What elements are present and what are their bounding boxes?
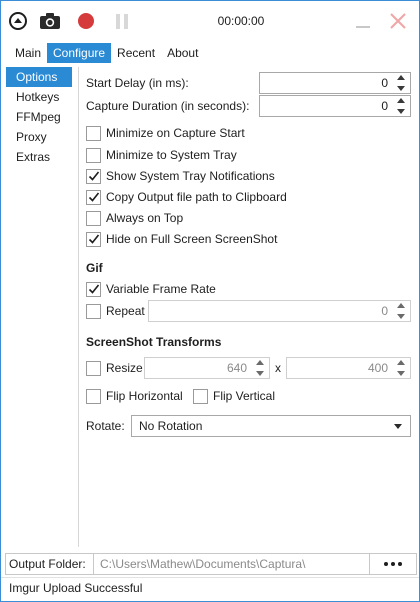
collapse-up-icon[interactable] bbox=[9, 12, 27, 30]
capture-duration-label: Capture Duration (in seconds): bbox=[86, 99, 250, 113]
start-delay-label: Start Delay (in ms): bbox=[86, 76, 189, 90]
output-folder-label: Output Folder: bbox=[6, 554, 94, 574]
checkbox-label: Repeat bbox=[106, 304, 145, 318]
checkbox-label: Minimize on Capture Start bbox=[106, 126, 245, 140]
sidebar-item-options[interactable]: Options bbox=[6, 67, 72, 87]
decrement-icon[interactable] bbox=[397, 371, 405, 376]
output-folder-row: Output Folder: C:\Users\Mathew\Documents… bbox=[5, 553, 417, 575]
checkbox-label: Resize bbox=[106, 361, 143, 375]
resize-width-stepper[interactable]: 640 bbox=[144, 357, 270, 379]
checkbox-label: Flip Vertical bbox=[213, 389, 276, 403]
checkmark-icon bbox=[88, 234, 100, 244]
sidebar-item-proxy[interactable]: Proxy bbox=[6, 127, 72, 147]
sidebar-divider bbox=[78, 67, 79, 547]
checkbox-box[interactable] bbox=[86, 360, 101, 376]
record-dot bbox=[78, 13, 94, 29]
start-delay-stepper[interactable]: 0 bbox=[259, 72, 411, 94]
gif-section-title: Gif bbox=[86, 261, 103, 275]
checkbox-label: Hide on Full Screen ScreenShot bbox=[106, 232, 278, 246]
resize-width-value[interactable]: 640 bbox=[227, 361, 247, 375]
checkbox-box[interactable] bbox=[86, 231, 101, 247]
checkbox-label: Show System Tray Notifications bbox=[106, 169, 275, 183]
increment-icon[interactable] bbox=[256, 360, 264, 365]
resize-checkbox[interactable]: Resize bbox=[86, 359, 143, 377]
checkbox-box[interactable] bbox=[86, 210, 101, 226]
checkbox-box[interactable] bbox=[86, 125, 101, 141]
checkbox-box[interactable] bbox=[86, 388, 101, 404]
minimize-on-capture-checkbox[interactable]: Minimize on Capture Start bbox=[86, 124, 245, 142]
status-divider bbox=[1, 577, 419, 578]
elapsed-timer: 00:00:00 bbox=[217, 14, 265, 28]
sidebar-item-extras[interactable]: Extras bbox=[6, 147, 72, 167]
capture-duration-stepper[interactable]: 0 bbox=[259, 95, 411, 117]
transforms-section-title: ScreenShot Transforms bbox=[86, 335, 222, 349]
checkbox-label: Flip Horizontal bbox=[106, 389, 183, 403]
increment-icon[interactable] bbox=[397, 360, 405, 365]
toolbar: 00:00:00 bbox=[1, 1, 419, 41]
decrement-icon[interactable] bbox=[397, 109, 405, 114]
pause-icon[interactable] bbox=[113, 12, 131, 30]
checkbox-box[interactable] bbox=[86, 281, 101, 297]
tab-recent[interactable]: Recent bbox=[111, 43, 161, 63]
checkbox-box[interactable] bbox=[86, 303, 101, 319]
start-delay-value[interactable]: 0 bbox=[381, 76, 388, 90]
decrement-icon[interactable] bbox=[397, 86, 405, 91]
app-window: 00:00:00 Main Configure Recent About Opt… bbox=[0, 0, 420, 602]
sidebar-item-ffmpeg[interactable]: FFMpeg bbox=[6, 107, 72, 127]
close-icon[interactable] bbox=[389, 12, 407, 30]
increment-icon[interactable] bbox=[397, 75, 405, 80]
checkbox-label: Variable Frame Rate bbox=[106, 282, 216, 296]
repeat-stepper[interactable]: 0 bbox=[148, 300, 411, 322]
status-text: Imgur Upload Successful bbox=[9, 581, 143, 595]
camera-icon[interactable] bbox=[39, 12, 61, 30]
capture-duration-value[interactable]: 0 bbox=[381, 99, 388, 113]
checkbox-box[interactable] bbox=[193, 388, 208, 404]
hide-on-fullscreen-checkbox[interactable]: Hide on Full Screen ScreenShot bbox=[86, 230, 277, 248]
flip-horizontal-checkbox[interactable]: Flip Horizontal bbox=[86, 387, 183, 405]
tab-configure[interactable]: Configure bbox=[47, 43, 112, 63]
checkmark-icon bbox=[88, 284, 100, 294]
increment-icon[interactable] bbox=[397, 303, 405, 308]
copy-output-path-checkbox[interactable]: Copy Output file path to Clipboard bbox=[86, 188, 287, 206]
checkbox-label: Minimize to System Tray bbox=[106, 148, 237, 162]
variable-frame-rate-checkbox[interactable]: Variable Frame Rate bbox=[86, 280, 216, 298]
decrement-icon[interactable] bbox=[397, 314, 405, 319]
checkmark-icon bbox=[88, 171, 100, 181]
always-on-top-checkbox[interactable]: Always on Top bbox=[86, 209, 183, 227]
tray-notifications-checkbox[interactable]: Show System Tray Notifications bbox=[86, 167, 275, 185]
flip-vertical-checkbox[interactable]: Flip Vertical bbox=[193, 387, 275, 405]
tab-about[interactable]: About bbox=[161, 43, 204, 63]
checkbox-label: Always on Top bbox=[106, 211, 184, 225]
checkbox-box[interactable] bbox=[86, 168, 101, 184]
rotate-select[interactable]: No Rotation bbox=[131, 415, 411, 437]
checkbox-box[interactable] bbox=[86, 147, 101, 163]
rotate-label: Rotate: bbox=[86, 419, 125, 433]
sidebar-item-hotkeys[interactable]: Hotkeys bbox=[6, 87, 72, 107]
decrement-icon[interactable] bbox=[256, 371, 264, 376]
configure-sidebar: Options Hotkeys FFMpeg Proxy Extras bbox=[6, 67, 72, 167]
record-icon[interactable] bbox=[77, 12, 95, 30]
checkmark-icon bbox=[88, 192, 100, 202]
repeat-checkbox[interactable]: Repeat bbox=[86, 302, 145, 320]
increment-icon[interactable] bbox=[397, 98, 405, 103]
resize-height-value[interactable]: 400 bbox=[368, 361, 388, 375]
minimize-to-tray-checkbox[interactable]: Minimize to System Tray bbox=[86, 146, 237, 164]
output-folder-path[interactable]: C:\Users\Mathew\Documents\Captura\ bbox=[94, 554, 370, 574]
checkbox-label: Copy Output file path to Clipboard bbox=[106, 190, 287, 204]
checkbox-box[interactable] bbox=[86, 189, 101, 205]
browse-button[interactable] bbox=[370, 554, 416, 574]
resize-height-stepper[interactable]: 400 bbox=[286, 357, 411, 379]
main-tabs: Main Configure Recent About bbox=[9, 43, 204, 63]
more-icon bbox=[384, 562, 388, 566]
resize-separator: x bbox=[275, 361, 281, 375]
minimize-icon[interactable] bbox=[355, 13, 371, 29]
repeat-value[interactable]: 0 bbox=[381, 304, 388, 318]
chevron-down-icon[interactable] bbox=[394, 424, 402, 429]
rotate-selected-value: No Rotation bbox=[139, 419, 203, 433]
tab-main[interactable]: Main bbox=[9, 43, 47, 63]
